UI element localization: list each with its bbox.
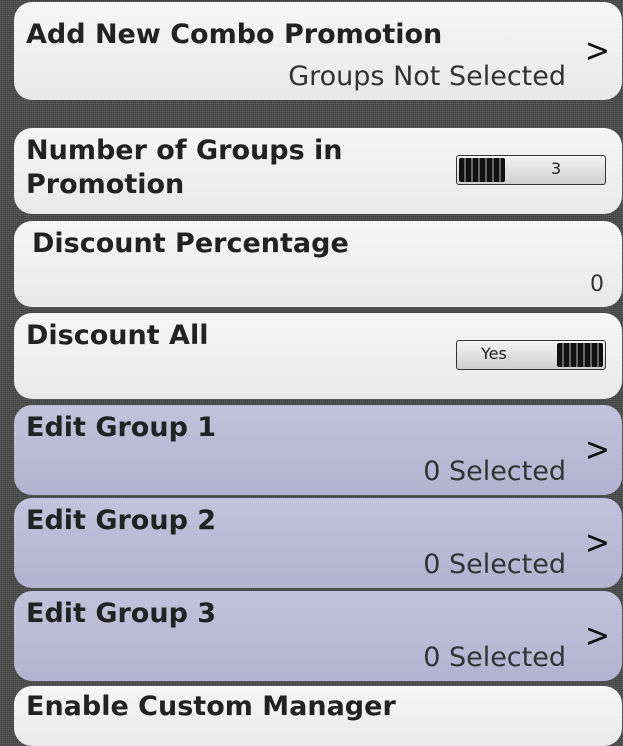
chevron-right-icon: > — [584, 523, 610, 563]
row-subtitle: Groups Not Selected — [288, 61, 566, 92]
row-title: Edit Group 3 — [26, 598, 217, 629]
chevron-right-icon: > — [584, 31, 610, 71]
discount-percentage-row[interactable]: Discount Percentage 0 — [14, 221, 622, 307]
row-title: Edit Group 2 — [26, 505, 217, 536]
row-title: Number of Groups in Promotion — [26, 134, 343, 202]
row-subtitle: 0 Selected — [423, 642, 566, 673]
add-combo-promotion-row[interactable]: Add New Combo Promotion Groups Not Selec… — [14, 2, 622, 100]
row-title-line2: Promotion — [26, 169, 185, 200]
chevron-right-icon: > — [584, 616, 610, 656]
discount-all-toggle[interactable]: Yes — [456, 340, 606, 370]
discount-all-row: Discount All Yes — [14, 313, 622, 399]
edit-group-3-row[interactable]: Edit Group 3 0 Selected > — [14, 591, 622, 681]
toggle-handle[interactable] — [557, 343, 603, 367]
row-title: Enable Custom Manager — [26, 691, 396, 722]
row-title: Discount Percentage — [32, 228, 349, 259]
slider-handle[interactable] — [459, 158, 505, 182]
groups-count-slider[interactable]: 3 — [456, 155, 606, 185]
number-of-groups-row: Number of Groups in Promotion 3 — [14, 128, 622, 214]
row-subtitle: 0 Selected — [423, 456, 566, 487]
toggle-label: Yes — [481, 344, 507, 363]
chevron-right-icon: > — [584, 430, 610, 470]
row-subtitle: 0 Selected — [423, 549, 566, 580]
edit-group-1-row[interactable]: Edit Group 1 0 Selected > — [14, 405, 622, 495]
row-title: Discount All — [26, 320, 209, 351]
discount-percentage-value: 0 — [590, 272, 604, 297]
edit-group-2-row[interactable]: Edit Group 2 0 Selected > — [14, 498, 622, 588]
row-title-line1: Number of Groups in — [26, 135, 343, 166]
row-title: Add New Combo Promotion — [26, 19, 443, 50]
slider-value: 3 — [551, 159, 562, 178]
enable-custom-manager-row[interactable]: Enable Custom Manager — [14, 686, 622, 746]
row-title: Edit Group 1 — [26, 412, 217, 443]
